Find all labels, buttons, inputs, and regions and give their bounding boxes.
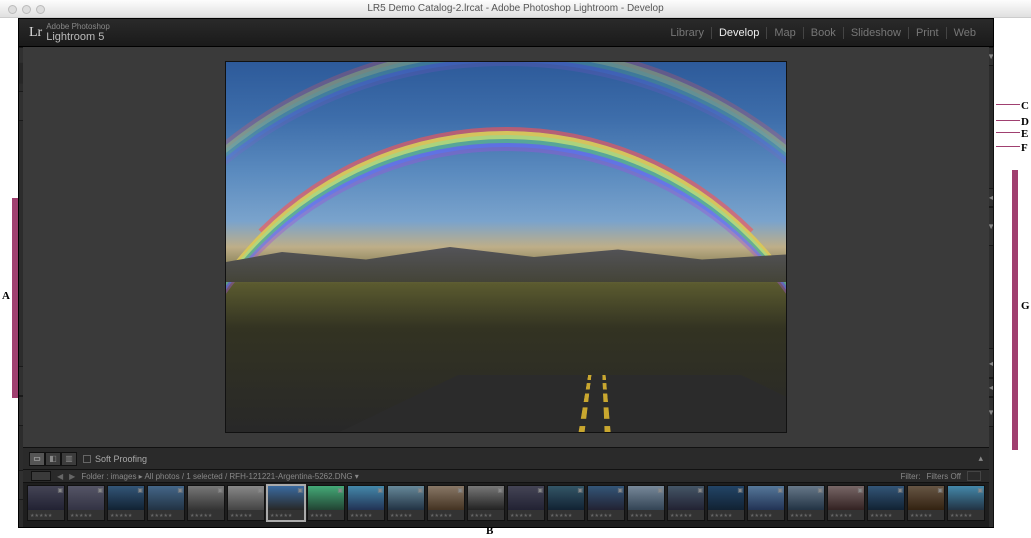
callout-E: E — [1021, 128, 1028, 140]
filmstrip-thumb[interactable]: ★★★★★▣ — [67, 485, 105, 521]
filmstrip-thumb[interactable]: ★★★★★▣ — [867, 485, 905, 521]
filmstrip-thumb[interactable]: ★★★★★▣ — [267, 485, 305, 521]
module-book[interactable]: Book — [803, 27, 843, 39]
macos-titlebar: LR5 Demo Catalog-2.lrcat - Adobe Photosh… — [0, 0, 1031, 18]
filmstrip-thumb[interactable]: ★★★★★▣ — [587, 485, 625, 521]
callout-C: C — [1021, 100, 1029, 112]
filmstrip-thumb[interactable]: ★★★★★▣ — [467, 485, 505, 521]
module-print[interactable]: Print — [908, 27, 946, 39]
loupe-view[interactable] — [23, 47, 989, 447]
module-map[interactable]: Map — [766, 27, 802, 39]
filmstrip-thumb[interactable]: ★★★★★▣ — [827, 485, 865, 521]
before-after-split-icon: ▥ — [61, 452, 77, 466]
second-window-icon[interactable] — [31, 471, 51, 481]
develop-toolbar: ▭ ◧ ▥ Soft Proofing ▴ — [23, 447, 989, 469]
filmstrip-thumb[interactable]: ★★★★★▣ — [227, 485, 265, 521]
filmstrip-thumb[interactable]: ★★★★★▣ — [387, 485, 425, 521]
module-library[interactable]: Library — [663, 27, 711, 39]
filmstrip-thumb[interactable]: ★★★★★▣ — [307, 485, 345, 521]
window-controls[interactable] — [8, 5, 45, 14]
view-mode-switch[interactable]: ▭ ◧ ▥ — [29, 452, 77, 466]
filmstrip-thumb[interactable]: ★★★★★▣ — [627, 485, 665, 521]
toolbar-menu-icon[interactable]: ▴ — [978, 453, 983, 464]
filmstrip-thumb[interactable]: ★★★★★▣ — [27, 485, 65, 521]
main-photo[interactable] — [226, 62, 786, 432]
filmstrip-thumb[interactable]: ★★★★★▣ — [507, 485, 545, 521]
checkbox-icon — [83, 455, 91, 463]
filmstrip-thumb[interactable]: ★★★★★▣ — [907, 485, 945, 521]
loupe-view-icon: ▭ — [29, 452, 45, 466]
filmstrip[interactable]: ★★★★★▣★★★★★▣★★★★★▣★★★★★▣★★★★★▣★★★★★▣★★★★… — [23, 483, 989, 527]
nav-back-icon[interactable]: ◀ — [57, 472, 63, 481]
module-slideshow[interactable]: Slideshow — [843, 27, 908, 39]
filmstrip-thumb[interactable]: ★★★★★▣ — [347, 485, 385, 521]
filmstrip-path[interactable]: Folder : images ▸ All photos / 1 selecte… — [81, 472, 359, 481]
filter-lock-icon[interactable] — [967, 471, 981, 481]
filmstrip-infobar: ◀ ▶ Folder : images ▸ All photos / 1 sel… — [23, 469, 989, 483]
callout-A: A — [2, 290, 10, 302]
center-area: ▭ ◧ ▥ Soft Proofing ▴ ◀ ▶ Folder : image… — [23, 47, 989, 527]
soft-proofing-toggle[interactable]: Soft Proofing — [83, 454, 147, 464]
filmstrip-thumb[interactable]: ★★★★★▣ — [707, 485, 745, 521]
app-logo: Lr Adobe Photoshop Lightroom 5 — [29, 23, 110, 43]
filmstrip-thumb[interactable]: ★★★★★▣ — [147, 485, 185, 521]
callout-G: G — [1021, 300, 1030, 312]
lr-badge-icon: Lr — [29, 25, 42, 41]
module-develop[interactable]: Develop — [711, 27, 766, 39]
filmstrip-thumb[interactable]: ★★★★★▣ — [107, 485, 145, 521]
module-web[interactable]: Web — [946, 27, 983, 39]
filmstrip-thumb[interactable]: ★★★★★▣ — [787, 485, 825, 521]
filters-off-label[interactable]: Filters Off — [926, 472, 961, 481]
nav-fwd-icon[interactable]: ▶ — [69, 472, 75, 481]
filmstrip-thumb[interactable]: ★★★★★▣ — [747, 485, 785, 521]
filmstrip-thumb[interactable]: ★★★★★▣ — [547, 485, 585, 521]
filmstrip-thumb[interactable]: ★★★★★▣ — [947, 485, 985, 521]
window-title: LR5 Demo Catalog-2.lrcat - Adobe Photosh… — [367, 3, 663, 14]
callout-D: D — [1021, 116, 1029, 128]
filmstrip-thumb[interactable]: ★★★★★▣ — [427, 485, 465, 521]
app-header: Lr Adobe Photoshop Lightroom 5 LibraryDe… — [19, 19, 993, 47]
filmstrip-thumb[interactable]: ★★★★★▣ — [667, 485, 705, 521]
filmstrip-thumb[interactable]: ★★★★★▣ — [187, 485, 225, 521]
module-picker: LibraryDevelopMapBookSlideshowPrintWeb — [663, 27, 983, 39]
callout-F: F — [1021, 142, 1028, 154]
lightroom-window: Lr Adobe Photoshop Lightroom 5 LibraryDe… — [18, 18, 994, 528]
before-after-icon: ◧ — [45, 452, 61, 466]
